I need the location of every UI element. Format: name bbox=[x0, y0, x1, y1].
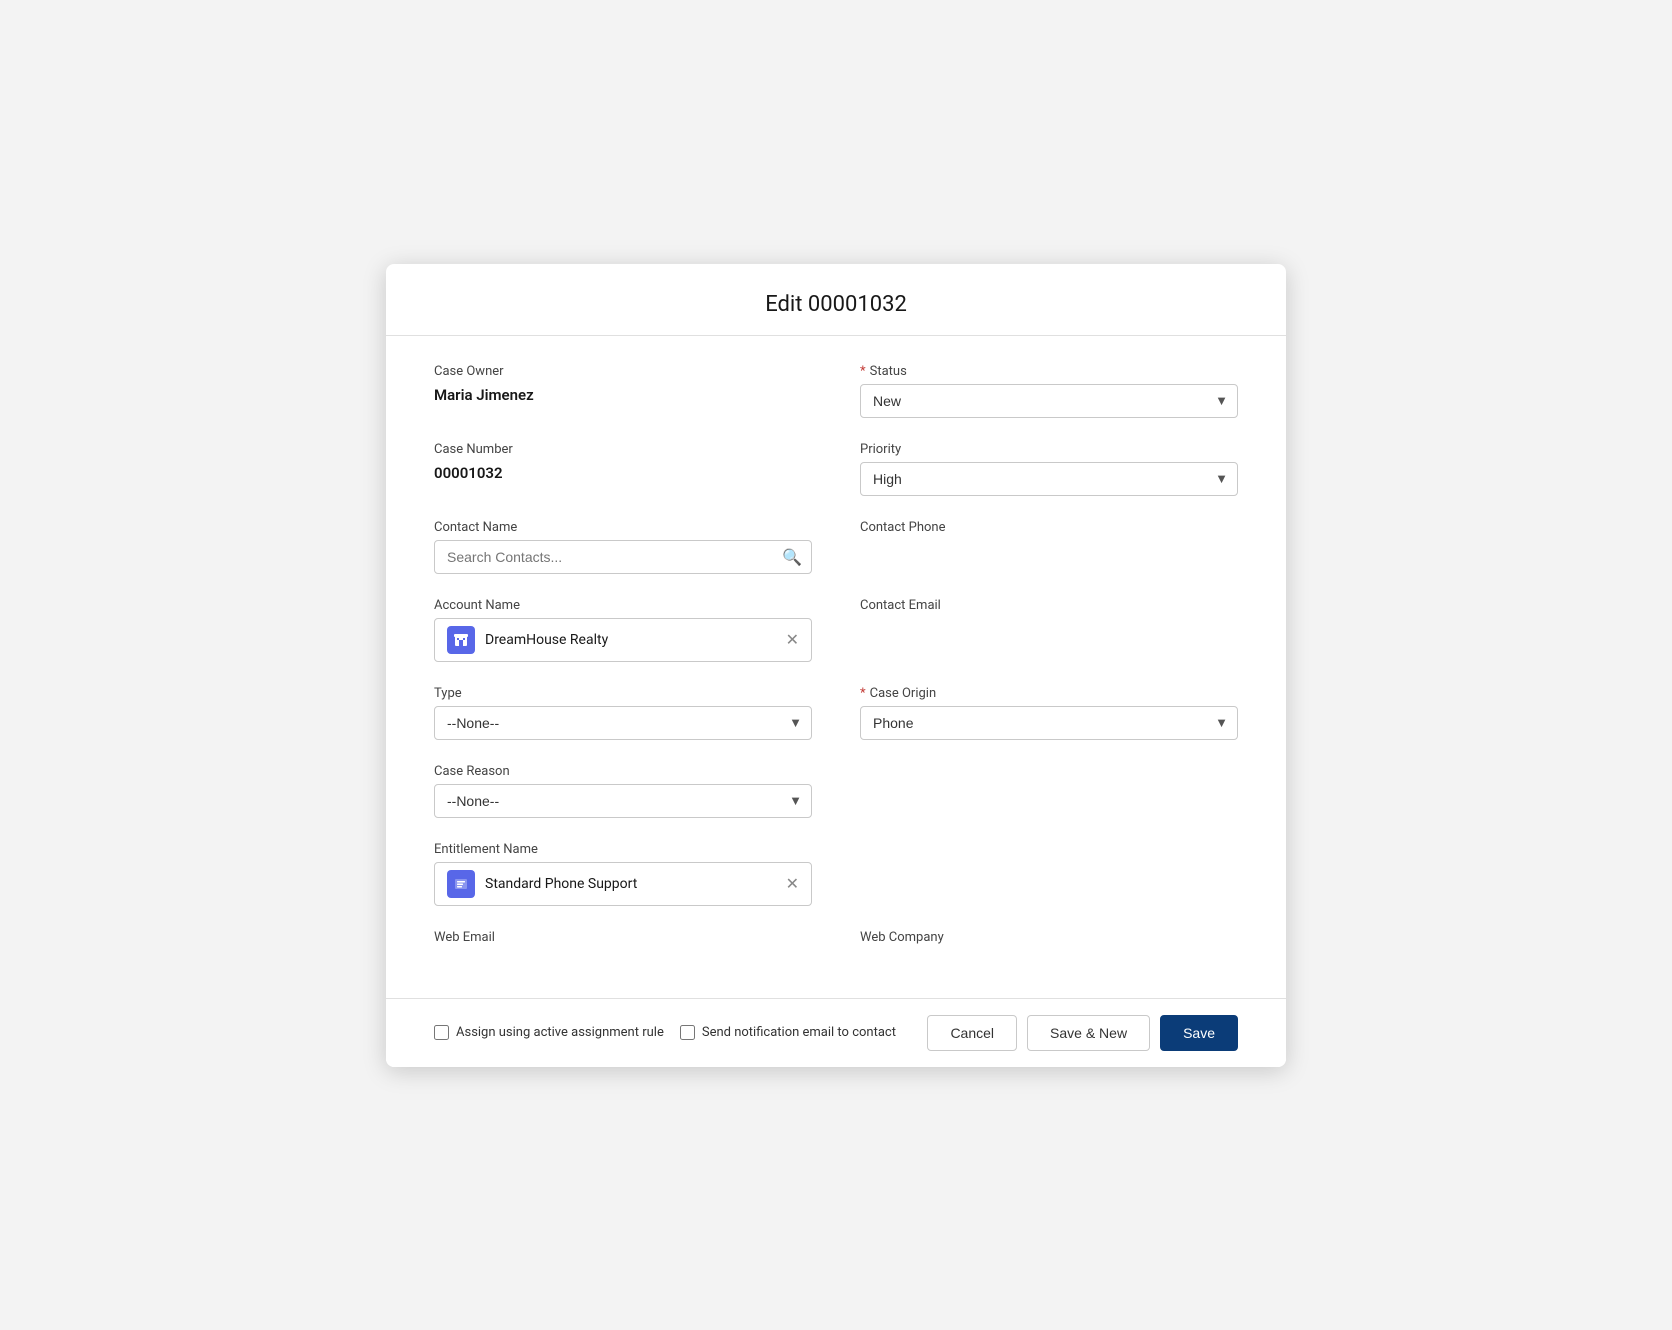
row-type-origin: Type --None-- Electronic Mechanical User… bbox=[434, 686, 1238, 740]
contact-name-search-wrap: 🔍 bbox=[434, 540, 812, 574]
col-web-company: Web Company bbox=[860, 930, 1238, 950]
contact-name-label: Contact Name bbox=[434, 520, 812, 535]
modal-title: Edit 00001032 bbox=[386, 292, 1286, 317]
contact-email-value bbox=[860, 618, 1238, 652]
notify-email-label[interactable]: Send notification email to contact bbox=[680, 1025, 896, 1040]
account-name-text: DreamHouse Realty bbox=[485, 632, 776, 648]
case-number-value: 00001032 bbox=[434, 462, 812, 484]
col-priority: Priority High Medium Low ▼ bbox=[860, 442, 1238, 496]
col-case-owner: Case Owner Maria Jimenez bbox=[434, 364, 812, 418]
assign-rule-text: Assign using active assignment rule bbox=[456, 1025, 664, 1040]
col-contact-phone: Contact Phone bbox=[860, 520, 1238, 574]
col-case-origin: * Case Origin Phone Email Web ▼ bbox=[860, 686, 1238, 740]
notify-email-checkbox[interactable] bbox=[680, 1025, 695, 1040]
case-reason-label: Case Reason bbox=[434, 764, 812, 779]
entitlement-clear-icon[interactable]: ✕ bbox=[786, 876, 799, 892]
row-case-reason: Case Reason --None-- Installation User E… bbox=[434, 764, 1238, 818]
cancel-button[interactable]: Cancel bbox=[927, 1015, 1017, 1051]
priority-select-wrap: High Medium Low ▼ bbox=[860, 462, 1238, 496]
status-label: * Status bbox=[860, 364, 1238, 379]
status-required-star: * bbox=[860, 364, 866, 379]
row-web-email-company: Web Email Web Company bbox=[434, 930, 1238, 950]
col-empty-right-2 bbox=[860, 842, 1238, 906]
priority-label: Priority bbox=[860, 442, 1238, 457]
case-reason-select[interactable]: --None-- Installation User Education Per… bbox=[434, 784, 812, 818]
save-button[interactable]: Save bbox=[1160, 1015, 1238, 1051]
building-svg bbox=[453, 632, 469, 648]
contact-phone-label: Contact Phone bbox=[860, 520, 1238, 535]
contact-phone-value bbox=[860, 540, 1238, 574]
case-origin-select-wrap: Phone Email Web ▼ bbox=[860, 706, 1238, 740]
row-case-owner-status: Case Owner Maria Jimenez * Status New Wo… bbox=[434, 364, 1238, 418]
account-name-clear-icon[interactable]: ✕ bbox=[786, 632, 799, 648]
row-account-name-email: Account Name DreamHouse Realty ✕ bbox=[434, 598, 1238, 662]
entitlement-name-lookup: Standard Phone Support ✕ bbox=[434, 862, 812, 906]
entitlement-icon bbox=[447, 870, 475, 898]
col-empty-right-1 bbox=[860, 764, 1238, 818]
web-email-label: Web Email bbox=[434, 930, 812, 945]
entitlement-name-text: Standard Phone Support bbox=[485, 876, 776, 892]
notify-email-text: Send notification email to contact bbox=[702, 1025, 896, 1040]
col-status: * Status New Working Escalated Closed ▼ bbox=[860, 364, 1238, 418]
web-company-label: Web Company bbox=[860, 930, 1238, 945]
col-case-reason: Case Reason --None-- Installation User E… bbox=[434, 764, 812, 818]
type-select[interactable]: --None-- Electronic Mechanical User bbox=[434, 706, 812, 740]
assign-rule-label[interactable]: Assign using active assignment rule bbox=[434, 1025, 664, 1040]
row-case-number-priority: Case Number 00001032 Priority High Mediu… bbox=[434, 442, 1238, 496]
row-entitlement: Entitlement Name Standard Phone Support … bbox=[434, 842, 1238, 906]
col-account-name: Account Name DreamHouse Realty ✕ bbox=[434, 598, 812, 662]
footer-right: Cancel Save & New Save bbox=[927, 1015, 1238, 1051]
col-type: Type --None-- Electronic Mechanical User… bbox=[434, 686, 812, 740]
case-reason-select-wrap: --None-- Installation User Education Per… bbox=[434, 784, 812, 818]
assign-rule-checkbox[interactable] bbox=[434, 1025, 449, 1040]
entitlement-svg bbox=[453, 876, 469, 892]
entitlement-name-label: Entitlement Name bbox=[434, 842, 812, 857]
status-select[interactable]: New Working Escalated Closed bbox=[860, 384, 1238, 418]
case-number-label: Case Number bbox=[434, 442, 812, 457]
contact-email-label: Contact Email bbox=[860, 598, 1238, 613]
row-contact-name-phone: Contact Name 🔍 Contact Phone bbox=[434, 520, 1238, 574]
account-name-lookup: DreamHouse Realty ✕ bbox=[434, 618, 812, 662]
edit-modal: Edit 00001032 Case Owner Maria Jimenez *… bbox=[386, 264, 1286, 1067]
modal-body: Case Owner Maria Jimenez * Status New Wo… bbox=[386, 336, 1286, 998]
case-origin-select[interactable]: Phone Email Web bbox=[860, 706, 1238, 740]
type-label: Type bbox=[434, 686, 812, 701]
col-entitlement: Entitlement Name Standard Phone Support … bbox=[434, 842, 812, 906]
col-contact-email: Contact Email bbox=[860, 598, 1238, 662]
col-contact-name: Contact Name 🔍 bbox=[434, 520, 812, 574]
footer-left: Assign using active assignment rule Send… bbox=[434, 1025, 911, 1040]
case-origin-required-star: * bbox=[860, 686, 866, 701]
case-owner-value: Maria Jimenez bbox=[434, 384, 812, 406]
account-building-icon bbox=[447, 626, 475, 654]
case-owner-label: Case Owner bbox=[434, 364, 812, 379]
case-origin-label: * Case Origin bbox=[860, 686, 1238, 701]
col-case-number: Case Number 00001032 bbox=[434, 442, 812, 496]
type-select-wrap: --None-- Electronic Mechanical User ▼ bbox=[434, 706, 812, 740]
col-web-email: Web Email bbox=[434, 930, 812, 950]
modal-header: Edit 00001032 bbox=[386, 264, 1286, 336]
priority-select[interactable]: High Medium Low bbox=[860, 462, 1238, 496]
contact-name-input[interactable] bbox=[434, 540, 812, 574]
status-select-wrap: New Working Escalated Closed ▼ bbox=[860, 384, 1238, 418]
modal-footer: Assign using active assignment rule Send… bbox=[386, 998, 1286, 1067]
account-name-label: Account Name bbox=[434, 598, 812, 613]
save-new-button[interactable]: Save & New bbox=[1027, 1015, 1150, 1051]
